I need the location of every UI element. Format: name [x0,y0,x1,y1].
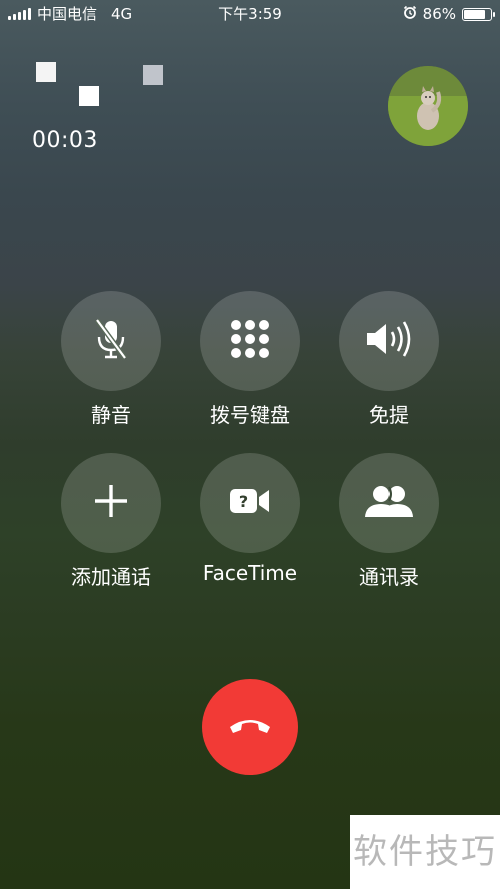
speaker-label: 免提 [369,403,409,427]
add-call-label: 添加通话 [71,565,151,589]
facetime-button[interactable]: ? FaceTime [200,453,300,585]
svg-text:?: ? [239,492,248,511]
contact-photo-avatar [388,66,468,146]
battery-icon [462,7,495,21]
redaction-block [36,62,56,82]
add-call-button-circle[interactable] [61,453,161,553]
add-call-button[interactable]: 添加通话 [61,453,161,590]
status-bar: 中国电信 4G 下午3:59 86% [0,0,500,28]
contacts-button-circle[interactable] [339,453,439,553]
end-call-button[interactable] [202,679,298,775]
hang-up-icon [227,715,273,739]
mute-icon [94,317,128,365]
speaker-button-circle[interactable] [339,291,439,391]
keypad-button[interactable]: 拨号键盘 [200,291,300,428]
status-right: 86% [403,0,495,28]
facetime-button-circle[interactable]: ? [200,453,300,553]
facetime-label: FaceTime [202,561,298,585]
call-duration: 00:03 [32,128,98,153]
callee-name-redacted [36,62,176,108]
keypad-icon [229,318,271,364]
watermark: 软件技巧 [350,815,500,889]
speaker-icon [364,319,414,363]
contacts-button[interactable]: 通讯录 [339,453,439,590]
mute-label: 静音 [91,403,131,427]
redaction-block [143,65,163,85]
contacts-label: 通讯录 [359,565,419,589]
mute-button-circle[interactable] [61,291,161,391]
mute-button[interactable]: 静音 [61,291,161,428]
redaction-block [79,86,99,106]
add-call-icon [93,483,129,523]
keypad-button-circle[interactable] [200,291,300,391]
battery-percent: 86% [422,5,456,23]
alarm-icon [403,0,417,28]
facetime-icon: ? [229,487,271,519]
speaker-button[interactable]: 免提 [339,291,439,428]
contacts-icon [363,483,415,523]
keypad-label: 拨号键盘 [210,403,290,427]
